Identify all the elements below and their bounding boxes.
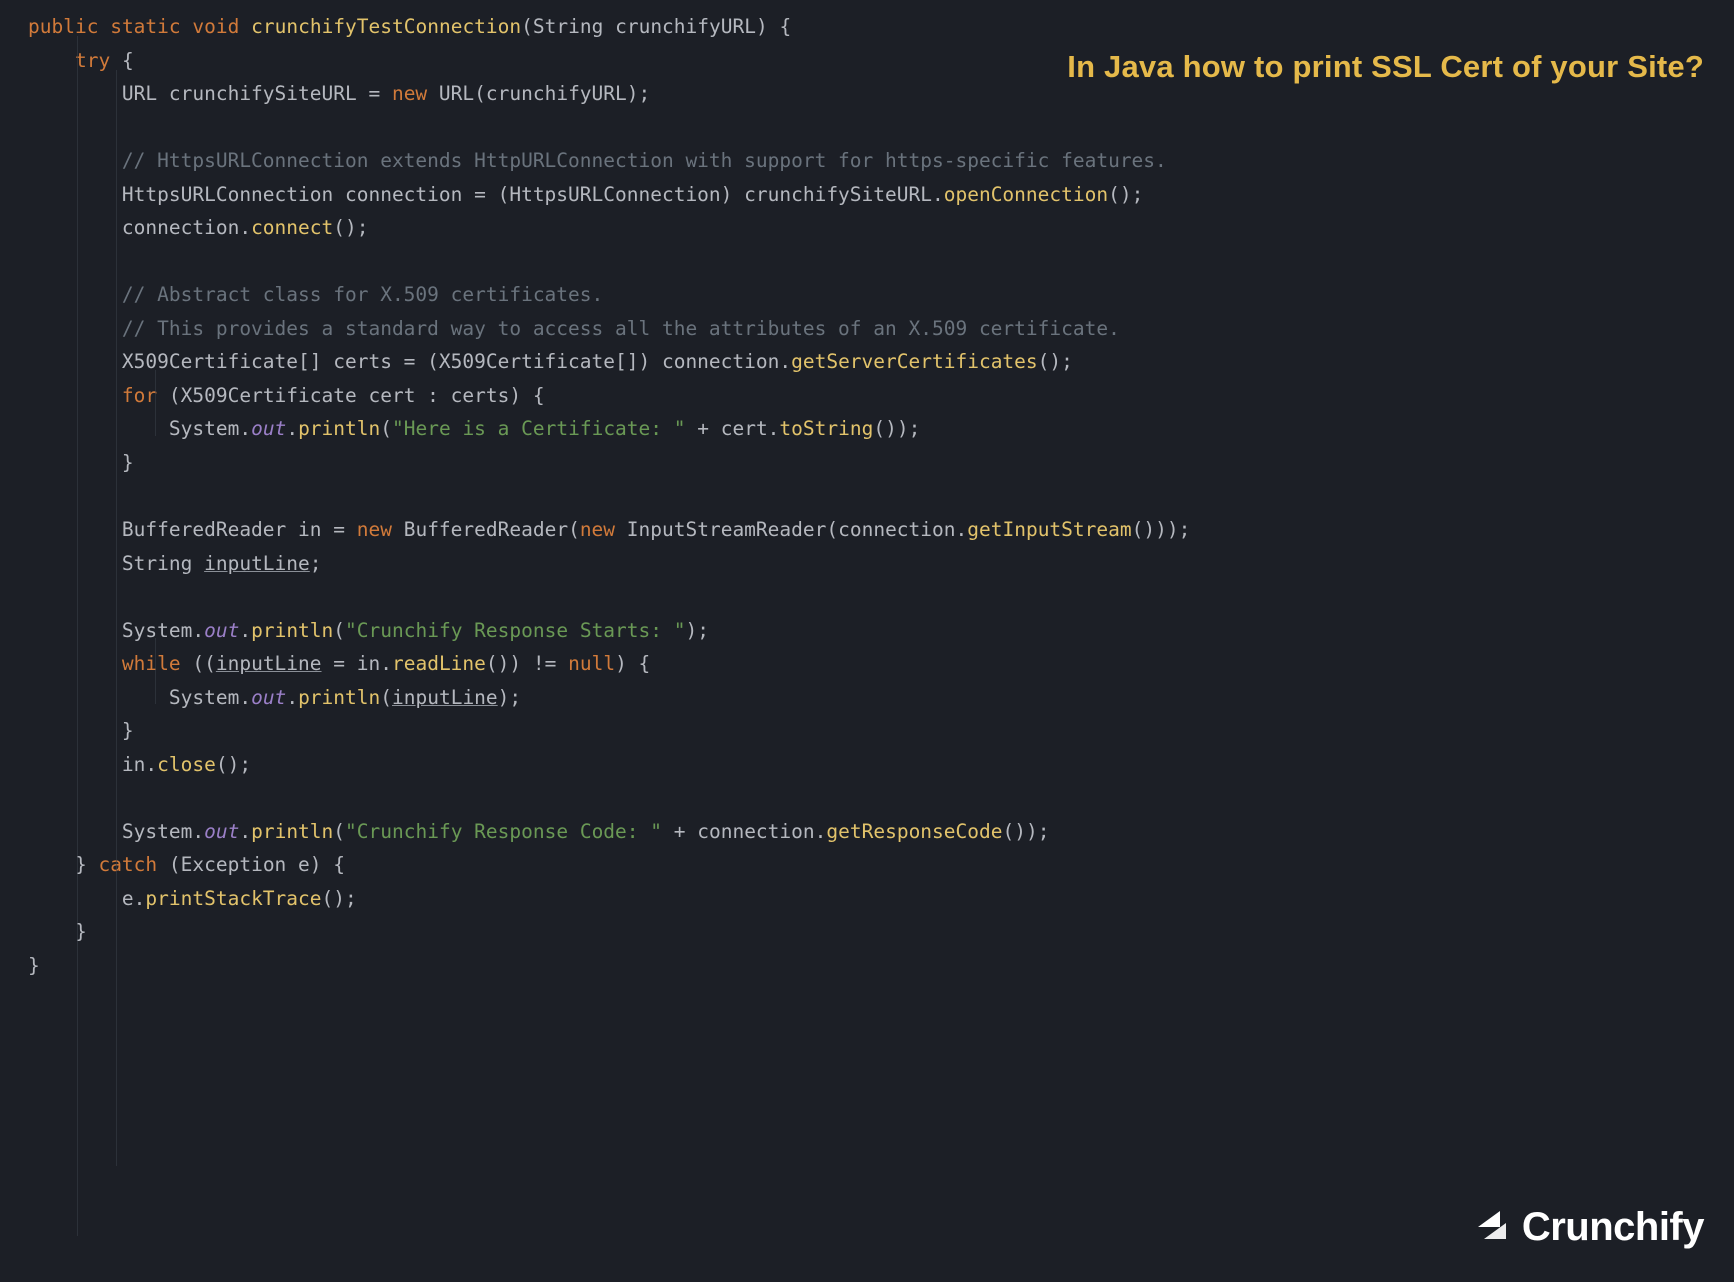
var-inputline: inputLine	[216, 652, 322, 675]
field-out: out	[251, 686, 286, 709]
code-text: System.	[169, 686, 251, 709]
code-text: ();	[322, 887, 357, 910]
kw-null: null	[568, 652, 615, 675]
indent-guide-3a	[155, 370, 156, 436]
brace: }	[28, 954, 40, 977]
code-text: String	[122, 552, 204, 575]
code-text: .	[239, 820, 251, 843]
code-text: ((	[181, 652, 216, 675]
var-inputline: inputLine	[392, 686, 498, 709]
code-text: ());	[1003, 820, 1050, 843]
code-text: ();	[333, 216, 368, 239]
code-text: X509Certificate[] certs = (X509Certifica…	[122, 350, 791, 373]
kw-catch: catch	[98, 853, 157, 876]
code-text: HttpsURLConnection connection = (HttpsUR…	[122, 183, 944, 206]
string-literal: "Crunchify Response Code: "	[345, 820, 662, 843]
kw-static: static	[110, 15, 180, 38]
code-text: ()));	[1132, 518, 1191, 541]
code-text: ();	[1038, 350, 1073, 373]
code-text: (	[380, 417, 392, 440]
code-text: (	[333, 820, 345, 843]
comment: // HttpsURLConnection extends HttpURLCon…	[122, 149, 1167, 172]
code-text: in.	[122, 753, 157, 776]
code-text: BufferedReader in =	[122, 518, 357, 541]
string-literal: "Here is a Certificate: "	[392, 417, 686, 440]
brand-logo: Crunchify	[1470, 1193, 1704, 1262]
code-text: System.	[122, 820, 204, 843]
method-call: printStackTrace	[145, 887, 321, 910]
code-text: (X509Certificate cert : certs) {	[157, 384, 544, 407]
kw-new: new	[392, 82, 427, 105]
code-block: public static void crunchifyTestConnecti…	[28, 10, 1734, 982]
method-call: toString	[779, 417, 873, 440]
paren-open: (	[521, 15, 533, 38]
param-name: crunchifyURL	[603, 15, 756, 38]
brace: {	[768, 15, 791, 38]
method-call: println	[298, 417, 380, 440]
code-text: );	[686, 619, 709, 642]
code-text: ;	[310, 552, 322, 575]
code-text: );	[498, 686, 521, 709]
code-text: System.	[169, 417, 251, 440]
code-text: (	[380, 686, 392, 709]
code-text: = in.	[322, 652, 392, 675]
kw-try: try	[75, 49, 110, 72]
code-text: System.	[122, 619, 204, 642]
method-call: close	[157, 753, 216, 776]
brace: {	[110, 49, 133, 72]
code-text: + cert.	[686, 417, 780, 440]
code-text: ());	[873, 417, 920, 440]
method-call: openConnection	[944, 183, 1108, 206]
kw-new: new	[580, 518, 615, 541]
kw-public: public	[28, 15, 98, 38]
brand-name: Crunchify	[1522, 1193, 1704, 1262]
indent-guide-2	[116, 70, 117, 1166]
method-call: println	[251, 820, 333, 843]
code-text: BufferedReader(	[392, 518, 580, 541]
var-inputline: inputLine	[204, 552, 310, 575]
brace: }	[122, 451, 134, 474]
method-call: getResponseCode	[826, 820, 1002, 843]
code-text: ();	[1108, 183, 1143, 206]
method-call: readLine	[392, 652, 486, 675]
kw-void: void	[192, 15, 239, 38]
code-text: .	[239, 619, 251, 642]
string-literal: "Crunchify Response Starts: "	[345, 619, 685, 642]
param-type: String	[533, 15, 603, 38]
method-call: println	[298, 686, 380, 709]
indent-guide-1	[77, 36, 78, 1236]
brace: }	[122, 719, 134, 742]
code-text: .	[286, 686, 298, 709]
kw-for: for	[122, 384, 157, 407]
method-call: println	[251, 619, 333, 642]
method-call: connect	[251, 216, 333, 239]
code-text: connection.	[122, 216, 251, 239]
indent-guide-3b	[155, 638, 156, 704]
method-call: getInputStream	[967, 518, 1131, 541]
field-out: out	[204, 820, 239, 843]
code-text: (Exception e) {	[157, 853, 345, 876]
brand-icon	[1470, 1205, 1516, 1251]
code-text: .	[286, 417, 298, 440]
code-text: ();	[216, 753, 251, 776]
code-text: URL(crunchifyURL);	[427, 82, 650, 105]
code-text: e.	[122, 887, 145, 910]
code-text: URL crunchifySiteURL =	[122, 82, 392, 105]
comment: // Abstract class for X.509 certificates…	[122, 283, 603, 306]
code-text: InputStreamReader(connection.	[615, 518, 967, 541]
code-text: + connection.	[662, 820, 826, 843]
method-call: getServerCertificates	[791, 350, 1038, 373]
paren-close: )	[756, 15, 768, 38]
headline-text: In Java how to print SSL Cert of your Si…	[1067, 40, 1704, 93]
kw-new: new	[357, 518, 392, 541]
fn-name: crunchifyTestConnection	[251, 15, 521, 38]
field-out: out	[251, 417, 286, 440]
code-text: }	[75, 853, 98, 876]
comment: // This provides a standard way to acces…	[122, 317, 1120, 340]
field-out: out	[204, 619, 239, 642]
code-text: ()) !=	[486, 652, 568, 675]
kw-while: while	[122, 652, 181, 675]
code-text: ) {	[615, 652, 650, 675]
code-text: (	[333, 619, 345, 642]
